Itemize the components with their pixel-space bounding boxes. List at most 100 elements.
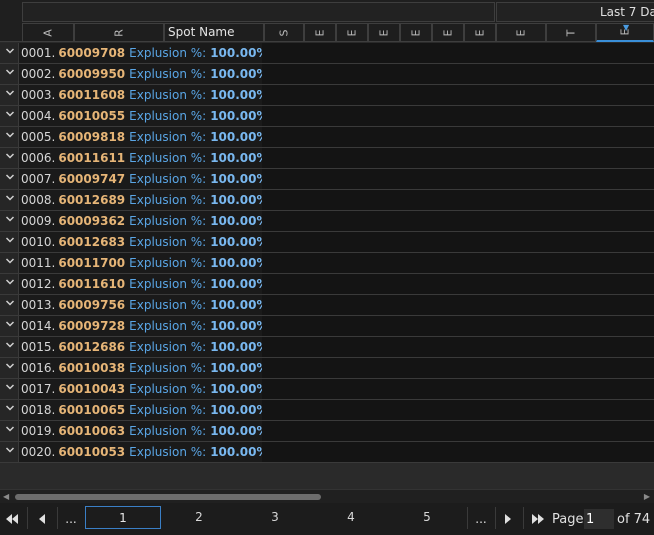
column-header-e7[interactable]: E	[496, 23, 546, 42]
row-empty-area	[262, 64, 654, 84]
row-spot-id: 60010043	[58, 382, 126, 396]
column-header-a[interactable]: A	[22, 23, 74, 42]
group-row[interactable]: 0008. 60012689 Explusion %: 100.00%	[0, 190, 654, 211]
expand-row-button[interactable]	[0, 190, 19, 210]
group-row-caption: 0003. 60011608 Explusion %: 100.00%	[21, 87, 269, 103]
pager-ellipsis-right[interactable]: ...	[470, 509, 492, 529]
chevron-down-icon	[5, 447, 15, 453]
row-index: 0018.	[21, 403, 56, 417]
row-metric-value: 100.00%	[210, 424, 269, 438]
group-row[interactable]: 0007. 60009747 Explusion %: 100.00%	[0, 169, 654, 190]
first-page-button[interactable]	[2, 509, 22, 529]
column-header-e2[interactable]: E	[336, 23, 368, 42]
group-row[interactable]: 0012. 60011610 Explusion %: 100.00%	[0, 274, 654, 295]
group-row[interactable]: 0009. 60009362 Explusion %: 100.00%	[0, 211, 654, 232]
expand-row-button[interactable]	[0, 169, 19, 189]
expand-row-button[interactable]	[0, 211, 19, 231]
group-row[interactable]: 0001. 60009708 Explusion %: 100.00%	[0, 43, 654, 64]
group-row[interactable]: 0010. 60012683 Explusion %: 100.00%	[0, 232, 654, 253]
pager-ellipsis-left[interactable]: ...	[60, 509, 82, 529]
column-header-s[interactable]: S	[264, 23, 304, 42]
group-row[interactable]: 0006. 60011611 Explusion %: 100.00%	[0, 148, 654, 169]
expand-row-button[interactable]	[0, 421, 19, 441]
scrollbar-thumb[interactable]	[15, 494, 321, 500]
group-row[interactable]: 0002. 60009950 Explusion %: 100.00%	[0, 64, 654, 85]
group-row[interactable]: 0005. 60009818 Explusion %: 100.00%	[0, 127, 654, 148]
group-row[interactable]: 0020. 60010053 Explusion %: 100.00%	[0, 442, 654, 463]
group-row[interactable]: 0011. 60011700 Explusion %: 100.00%	[0, 253, 654, 274]
column-header-e8[interactable]: ▼ E	[596, 23, 654, 42]
group-row[interactable]: 0013. 60009756 Explusion %: 100.00%	[0, 295, 654, 316]
horizontal-scrollbar[interactable]: ◀ ▶	[0, 489, 654, 503]
row-empty-area	[262, 295, 654, 315]
page-button-3[interactable]: 3	[237, 506, 313, 529]
expand-row-button[interactable]	[0, 148, 19, 168]
row-metric-value: 100.00%	[210, 109, 269, 123]
scroll-left-icon[interactable]: ◀	[3, 492, 9, 501]
expand-row-button[interactable]	[0, 337, 19, 357]
expand-row-button[interactable]	[0, 316, 19, 336]
group-row[interactable]: 0016. 60010038 Explusion %: 100.00%	[0, 358, 654, 379]
expand-row-button[interactable]	[0, 400, 19, 420]
column-header-e3[interactable]: E	[368, 23, 400, 42]
group-row-caption: 0011. 60011700 Explusion %: 100.00%	[21, 255, 269, 271]
expand-row-button[interactable]	[0, 106, 19, 126]
row-index: 0007.	[21, 172, 56, 186]
column-header-e6[interactable]: E	[464, 23, 496, 42]
row-spot-id: 60009728	[58, 319, 126, 333]
expand-row-button[interactable]	[0, 43, 19, 63]
column-header-e4[interactable]: E	[400, 23, 432, 42]
row-spot-id: 60011608	[58, 88, 126, 102]
column-header-t[interactable]: T	[546, 23, 596, 42]
group-row[interactable]: 0004. 60010055 Explusion %: 100.00%	[0, 106, 654, 127]
page-button-5[interactable]: 5	[389, 506, 465, 529]
group-row[interactable]: 0017. 60010043 Explusion %: 100.00%	[0, 379, 654, 400]
column-header-spot-name[interactable]: Spot Name	[164, 23, 264, 42]
next-page-button[interactable]	[498, 509, 518, 529]
group-row-caption: 0008. 60012689 Explusion %: 100.00%	[21, 192, 269, 208]
page-button-2[interactable]: 2	[161, 506, 237, 529]
group-row[interactable]: 0014. 60009728 Explusion %: 100.00%	[0, 316, 654, 337]
column-header-e1[interactable]: E	[304, 23, 336, 42]
column-header-e5[interactable]: E	[432, 23, 464, 42]
row-index: 0004.	[21, 109, 56, 123]
group-row[interactable]: 0019. 60010063 Explusion %: 100.00%	[0, 421, 654, 442]
row-metric-value: 100.00%	[210, 130, 269, 144]
column-header-label: E	[514, 29, 528, 36]
row-metric-label: Explusion %:	[129, 193, 207, 207]
row-index: 0017.	[21, 382, 56, 396]
row-empty-area	[262, 274, 654, 294]
chevron-down-icon	[5, 342, 15, 348]
expand-row-button[interactable]	[0, 358, 19, 378]
column-header-r[interactable]: R	[74, 23, 164, 42]
group-row-caption: 0016. 60010038 Explusion %: 100.00%	[21, 360, 269, 376]
group-row-caption: 0017. 60010043 Explusion %: 100.00%	[21, 381, 269, 397]
page-button-1[interactable]: 1	[85, 506, 161, 529]
row-spot-id: 60010055	[58, 109, 126, 123]
scroll-right-icon[interactable]: ▶	[644, 492, 650, 501]
last-page-button[interactable]	[528, 509, 548, 529]
expand-row-button[interactable]	[0, 379, 19, 399]
expand-row-button[interactable]	[0, 253, 19, 273]
group-row[interactable]: 0018. 60010065 Explusion %: 100.00%	[0, 400, 654, 421]
expand-row-button[interactable]	[0, 127, 19, 147]
last-page-icon	[532, 514, 544, 524]
row-metric-label: Explusion %:	[129, 403, 207, 417]
group-row[interactable]: 0015. 60012686 Explusion %: 100.00%	[0, 337, 654, 358]
column-header-label: T	[564, 29, 578, 36]
previous-page-button[interactable]	[32, 509, 52, 529]
page-number-input[interactable]	[584, 509, 614, 529]
expand-row-button[interactable]	[0, 274, 19, 294]
column-header-label: E	[409, 29, 423, 36]
expand-row-button[interactable]	[0, 85, 19, 105]
row-metric-label: Explusion %:	[129, 256, 207, 270]
expand-row-button[interactable]	[0, 232, 19, 252]
expand-row-button[interactable]	[0, 295, 19, 315]
page-button-4[interactable]: 4	[313, 506, 389, 529]
group-row[interactable]: 0003. 60011608 Explusion %: 100.00%	[0, 85, 654, 106]
expand-row-button[interactable]	[0, 442, 19, 462]
row-metric-label: Explusion %:	[129, 382, 207, 396]
expand-row-button[interactable]	[0, 64, 19, 84]
chevron-down-icon	[5, 258, 15, 264]
row-metric-label: Explusion %:	[129, 319, 207, 333]
